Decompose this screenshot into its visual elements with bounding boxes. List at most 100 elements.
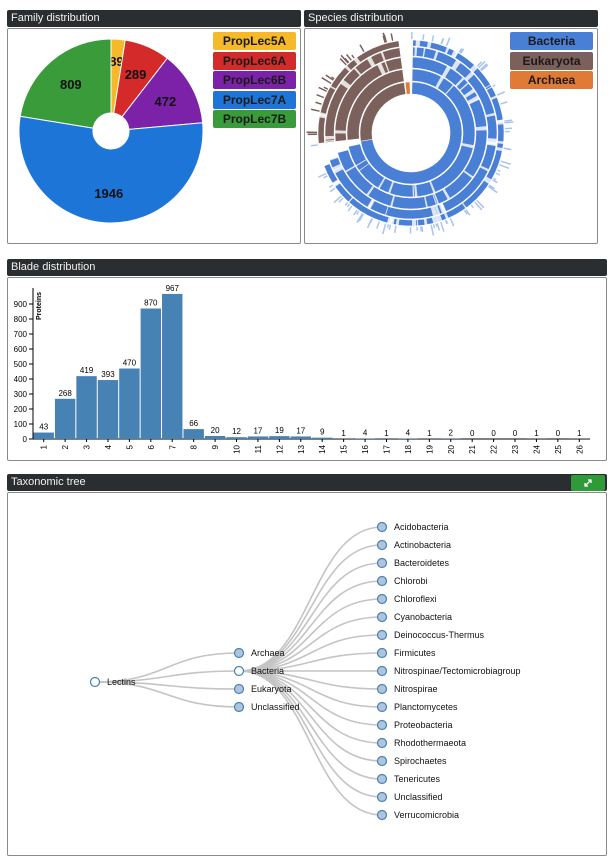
- tree-phylum-node[interactable]: [376, 647, 388, 659]
- bar-value-label: 17: [296, 426, 305, 435]
- legend-item-proplec7a[interactable]: PropLec7A: [213, 90, 296, 109]
- tree-root-label: Lectins: [107, 677, 136, 687]
- sunburst-leaf: [445, 37, 451, 47]
- bar-13[interactable]: [290, 436, 311, 439]
- tree-phylum-node[interactable]: [376, 557, 388, 569]
- x-tick-label: 18: [404, 444, 413, 453]
- bar-value-label: 0: [470, 429, 475, 438]
- tree-phylum-node[interactable]: [376, 809, 388, 821]
- tree-phylum-node[interactable]: [376, 629, 388, 641]
- sunburst-leaf: [376, 221, 380, 229]
- sunburst-leaf: [393, 225, 397, 234]
- x-tick-label: 4: [104, 444, 113, 449]
- bar-5[interactable]: [119, 368, 140, 440]
- tree-phylum-node[interactable]: [376, 539, 388, 551]
- sunburst-leaf: [323, 175, 328, 179]
- legend-item-proplec7b[interactable]: PropLec7B: [213, 110, 296, 128]
- legend-item-eukaryota[interactable]: Eukaryota: [510, 51, 593, 70]
- tree-domain-unclassified-label: Unclassified: [251, 702, 300, 712]
- tree-phylum-label: Actinobacteria: [394, 540, 451, 550]
- blade-panel-body: 0 100 200 300 400 500 600 700 800 900 Proteins 43 1 2…: [7, 277, 607, 461]
- bar-12[interactable]: [269, 436, 290, 439]
- bar-8[interactable]: [183, 429, 204, 439]
- legend-item-bacteria[interactable]: Bacteria: [510, 32, 593, 50]
- species-panel-body: Bacteria Eukaryota Archaea: [304, 28, 598, 244]
- x-tick-label: 12: [275, 444, 284, 453]
- sunburst-leaf: [328, 184, 334, 189]
- x-tick-label: 10: [233, 444, 242, 453]
- tree-phylum-node[interactable]: [376, 611, 388, 623]
- legend-item-archaea[interactable]: Archaea: [510, 71, 593, 89]
- x-tick-label: 1: [40, 444, 49, 449]
- tree-domain-archaea-node[interactable]: [233, 647, 245, 659]
- sunburst-leaf: [359, 44, 365, 52]
- y-tick-label: 600: [14, 345, 28, 354]
- tree-root-node[interactable]: [89, 676, 101, 688]
- tree-phylum-node[interactable]: [376, 719, 388, 731]
- bar-4[interactable]: [97, 380, 119, 439]
- bar-1[interactable]: [33, 432, 54, 439]
- y-axis-label: Proteins: [36, 292, 43, 320]
- tree-phylum-label: Spirochaetes: [394, 756, 447, 766]
- sunburst-leaf: [499, 164, 510, 170]
- legend-item-proplec6b[interactable]: PropLec6B: [213, 71, 296, 89]
- legend-item-proplec6a[interactable]: PropLec6A: [213, 51, 296, 70]
- tree-phylum-node[interactable]: [376, 683, 388, 695]
- x-tick-label: 15: [340, 444, 349, 453]
- x-tick-label: 8: [190, 444, 199, 449]
- x-tick-label: 14: [318, 444, 327, 453]
- sunburst-leaf: [431, 35, 435, 42]
- bar-value-label: 393: [101, 370, 115, 379]
- bar-6[interactable]: [140, 308, 162, 440]
- tree-phylum-label: Chloroflexi: [394, 594, 437, 604]
- expand-button[interactable]: [571, 475, 605, 491]
- tree-domain-eukaryota-node[interactable]: [233, 683, 245, 695]
- y-tick-label: 400: [14, 375, 28, 384]
- tree-phylum-node[interactable]: [376, 773, 388, 785]
- sunburst-ring-archaea[interactable]: [405, 81, 411, 95]
- bar-10[interactable]: [226, 437, 247, 439]
- tree-domain-unclassified-node[interactable]: [233, 701, 245, 713]
- tree-phylum-node[interactable]: [376, 575, 388, 587]
- bar-3[interactable]: [76, 376, 97, 439]
- sunburst-leaf: [381, 223, 387, 235]
- sunburst-leaf: [504, 130, 510, 133]
- bar-16[interactable]: [354, 438, 376, 439]
- pie-slice-proplec7a[interactable]: [18, 115, 204, 224]
- species-panel-title: Species distribution: [304, 10, 598, 27]
- tree-phylum-node[interactable]: [376, 791, 388, 803]
- bar-value-label: 870: [144, 299, 158, 308]
- tree-domain-bacteria-node[interactable]: [233, 665, 245, 677]
- bar-14[interactable]: [312, 437, 333, 439]
- tree-phylum-label: Planctomycetes: [394, 702, 458, 712]
- bar-7[interactable]: [162, 293, 183, 439]
- x-tick-label: 24: [532, 444, 541, 453]
- bar-11[interactable]: [247, 436, 269, 439]
- bar-value-label: 0: [491, 429, 496, 438]
- sunburst-leaf: [315, 101, 322, 105]
- tree-phylum-node[interactable]: [376, 737, 388, 749]
- tree-phylum-node[interactable]: [376, 701, 388, 713]
- tree-phylum-label: Nitrospinae/Tectomicrobiagroup: [394, 666, 521, 676]
- family-panel-title: Family distribution: [7, 10, 301, 27]
- sunburst-leaf: [432, 224, 436, 229]
- sunburst-leaf: [366, 218, 373, 229]
- tree-phylum-node[interactable]: [376, 593, 388, 605]
- tree-phylum-node[interactable]: [376, 521, 388, 533]
- tree-phylum-label: Deinococcus-Thermus: [394, 630, 485, 640]
- bar-value-label: 470: [123, 359, 137, 368]
- bar-18[interactable]: [397, 438, 419, 439]
- bar-value-label: 1: [341, 429, 346, 438]
- tree-phylum-label: Cyanobacteria: [394, 612, 452, 622]
- tree-phylum-label: Proteobacteria: [394, 720, 453, 730]
- bar-9[interactable]: [204, 436, 226, 439]
- legend-item-proplec5a[interactable]: PropLec5A: [213, 32, 296, 50]
- tree-phylum-node[interactable]: [376, 755, 388, 767]
- sunburst-leaf: [416, 226, 418, 231]
- bar-2[interactable]: [54, 398, 76, 439]
- sunburst-leaf: [496, 91, 505, 96]
- blade-panel-title: Blade distribution: [7, 259, 607, 276]
- pie-label-proplec6b: 472: [155, 94, 177, 109]
- tree-phylum-node[interactable]: [376, 665, 388, 677]
- tree-phylum-label: Unclassified: [394, 792, 443, 802]
